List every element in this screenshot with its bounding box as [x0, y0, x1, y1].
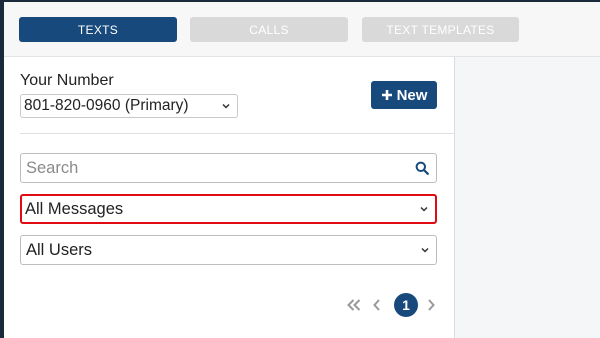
tab-bar: TEXTS CALLS TEXT TEMPLATES: [4, 2, 600, 57]
first-page-button[interactable]: [346, 293, 362, 317]
message-filter-select[interactable]: All Messages: [20, 194, 437, 224]
phone-number-value: 801-820-0960 (Primary): [24, 97, 189, 114]
your-number-label: Your Number: [20, 72, 114, 89]
chevron-down-icon: [222, 103, 230, 109]
new-message-button[interactable]: New: [371, 81, 437, 109]
double-chevron-left-icon: [347, 299, 361, 311]
next-page-button[interactable]: [426, 293, 436, 317]
chevron-down-icon: [421, 247, 429, 253]
chevron-left-icon: [373, 299, 380, 311]
chevron-down-icon: [420, 206, 428, 212]
search-input[interactable]: Search: [20, 153, 437, 183]
message-filter-value: All Messages: [25, 199, 124, 218]
user-filter-value: All Users: [26, 240, 93, 259]
previous-page-button[interactable]: [372, 293, 382, 317]
search-icon[interactable]: [415, 161, 429, 175]
section-divider: [20, 133, 454, 134]
plus-icon: [381, 90, 392, 100]
phone-number-select[interactable]: 801-820-0960 (Primary): [20, 94, 238, 118]
conversation-panel: [454, 57, 600, 338]
user-filter-select[interactable]: All Users: [20, 235, 437, 265]
chevron-right-icon: [428, 299, 435, 311]
search-placeholder: Search: [26, 158, 79, 177]
tab-texts[interactable]: TEXTS: [19, 17, 177, 42]
tab-calls[interactable]: CALLS: [190, 17, 348, 42]
current-page[interactable]: 1: [394, 293, 418, 317]
tab-text-templates[interactable]: TEXT TEMPLATES: [362, 17, 519, 42]
new-button-label: New: [396, 86, 428, 104]
